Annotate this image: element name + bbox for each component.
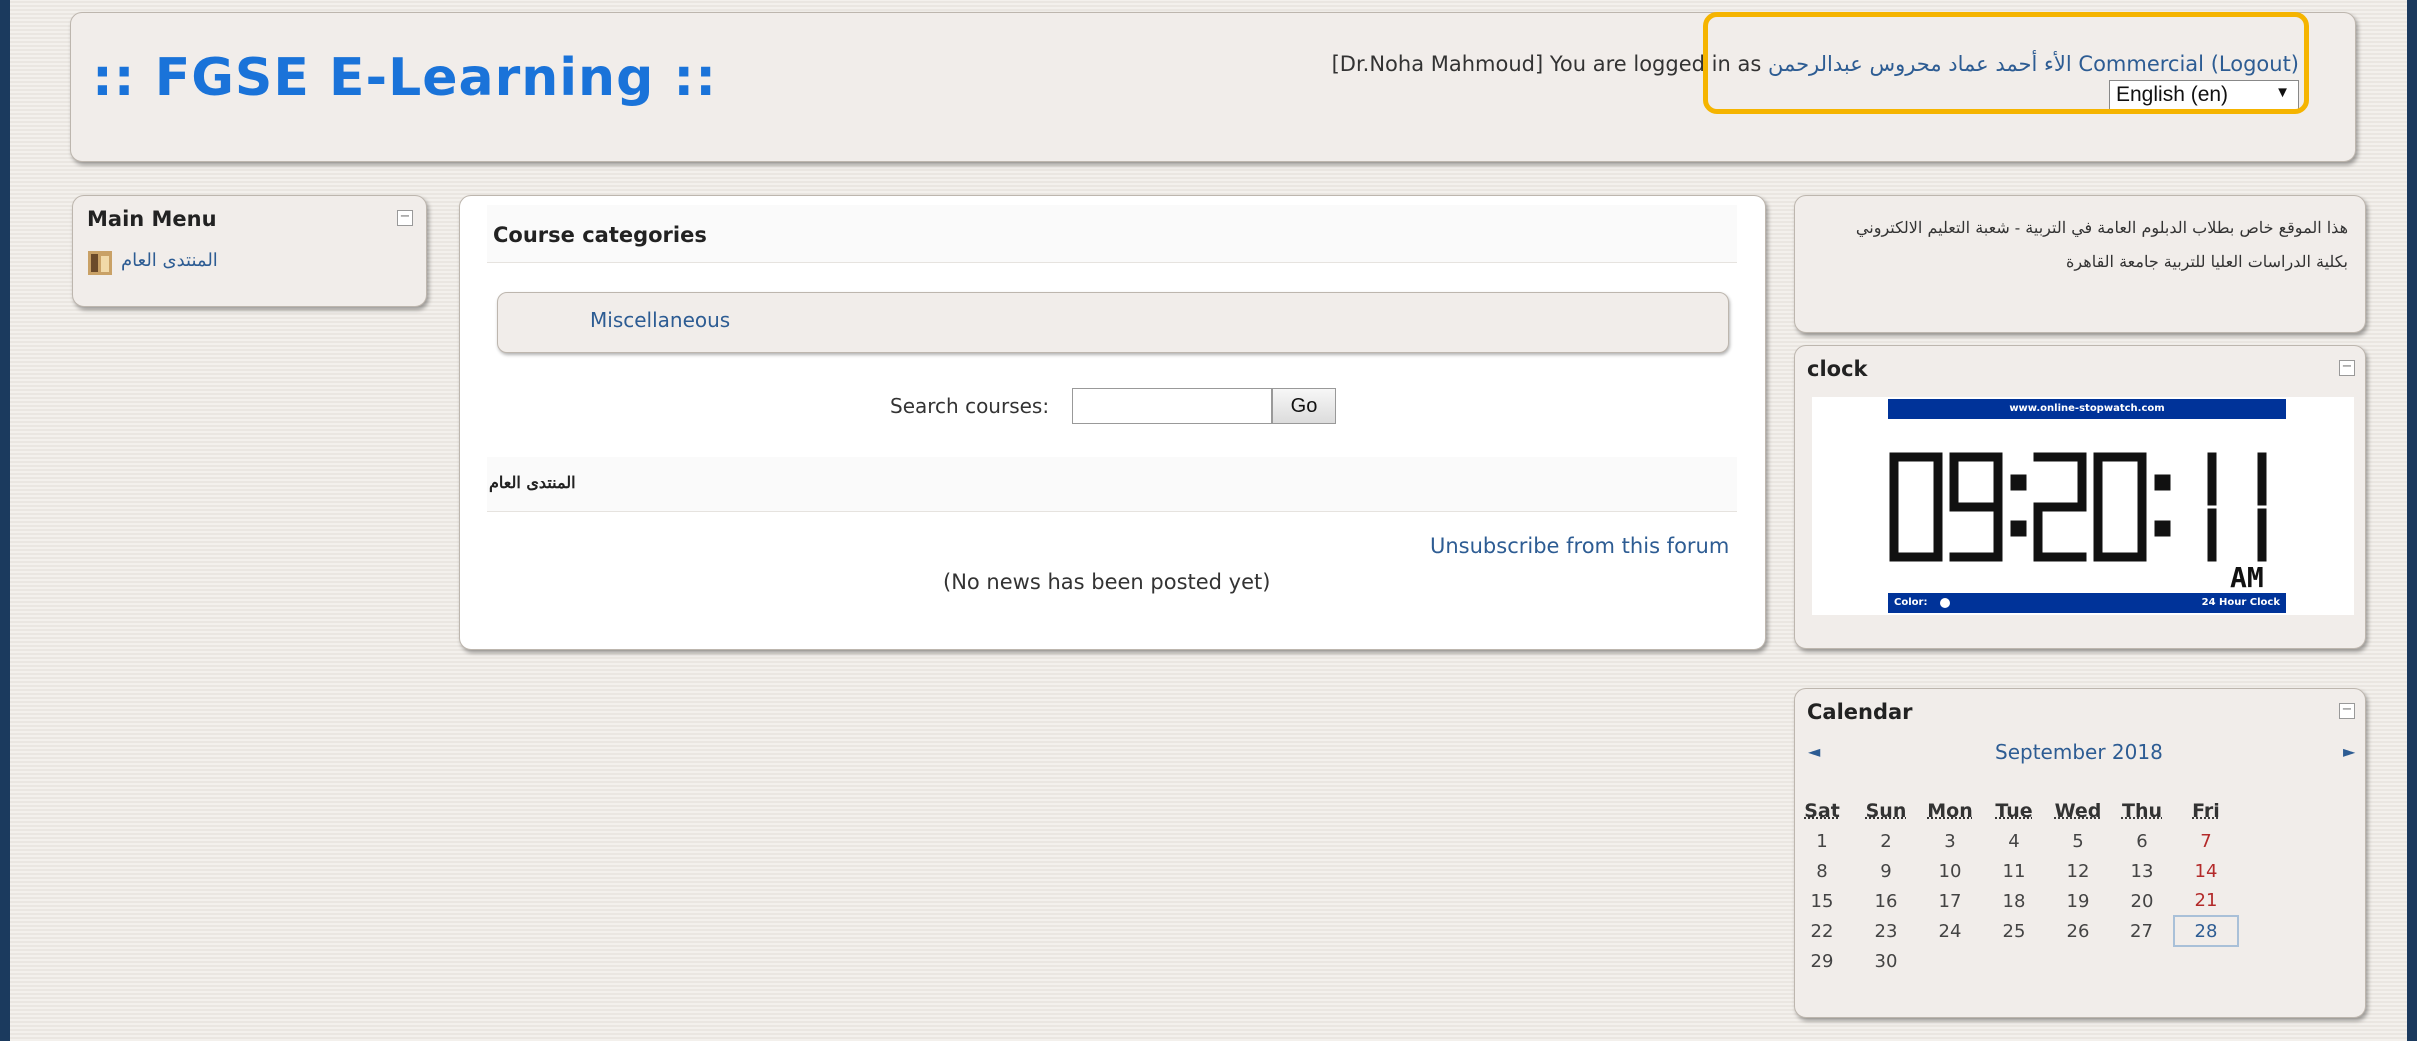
search-courses-input[interactable] — [1072, 388, 1272, 424]
calendar-day[interactable]: 13 — [2110, 856, 2174, 886]
calendar-day[interactable]: 21 — [2174, 886, 2238, 916]
calendar-day[interactable]: 8 — [1790, 856, 1854, 886]
calendar-day[interactable]: 9 — [1854, 856, 1918, 886]
calendar-day[interactable]: 12 — [2046, 856, 2110, 886]
calendar-grid: Sat Sun Mon Tue Wed Thu Fri 1 2 3 4 5 6 … — [1790, 796, 2239, 976]
clock-digits: AM — [1889, 452, 2267, 594]
info-text-line1: هذا الموقع خاص بطلاب الدبلوم العامة في ا… — [1855, 218, 2348, 237]
main-menu-item-label[interactable]: المنتدى العام — [121, 250, 218, 271]
calendar-week-row: 15 16 17 18 19 20 21 — [1790, 886, 2238, 916]
calendar-week-row: 8 9 10 11 12 13 14 — [1790, 856, 2238, 886]
calendar-day-today[interactable]: 28 — [2173, 915, 2239, 947]
collapse-icon[interactable]: − — [2339, 703, 2355, 719]
calendar-day — [2110, 946, 2174, 976]
calendar-prev-icon[interactable]: ◄ — [1808, 742, 1820, 761]
forum-icon — [88, 251, 112, 275]
calendar-day — [2046, 946, 2110, 976]
calendar-month-link[interactable]: September 2018 — [1995, 740, 2163, 764]
calendar-day[interactable]: 20 — [2110, 886, 2174, 916]
weekday-header: Fri — [2192, 800, 2220, 822]
calendar-weekday-row: Sat Sun Mon Tue Wed Thu Fri — [1790, 796, 2238, 826]
calendar-day[interactable]: 6 — [2110, 826, 2174, 856]
calendar-day[interactable]: 25 — [1982, 916, 2046, 946]
site-title[interactable]: :: FGSE E-Learning :: — [92, 48, 717, 108]
calendar-day[interactable]: 24 — [1918, 916, 1982, 946]
calendar-day[interactable]: 30 — [1854, 946, 1918, 976]
calendar-day[interactable]: 22 — [1790, 916, 1854, 946]
calendar-day[interactable]: 7 — [2174, 826, 2238, 856]
weekday-header: Wed — [2054, 800, 2102, 822]
calendar-day[interactable]: 18 — [1982, 886, 2046, 916]
unsubscribe-link[interactable]: Unsubscribe from this forum — [1430, 534, 1729, 558]
clock-ampm: AM — [2230, 561, 2264, 594]
calendar-day[interactable]: 23 — [1854, 916, 1918, 946]
calendar-week-row: 22 23 24 25 26 27 28 — [1790, 915, 2239, 947]
calendar-day[interactable]: 29 — [1790, 946, 1854, 976]
calendar-week-row: 29 30 — [1790, 946, 2238, 976]
calendar-title: Calendar — [1807, 700, 1913, 724]
calendar-day[interactable]: 1 — [1790, 826, 1854, 856]
color-dot-icon[interactable] — [1940, 598, 1950, 608]
clock-title: clock — [1807, 357, 1868, 381]
calendar-day[interactable]: 15 — [1790, 886, 1854, 916]
calendar-week-row: 1 2 3 4 5 6 7 — [1790, 826, 2238, 856]
no-news-text: (No news has been posted yet) — [943, 570, 1271, 594]
calendar-day[interactable]: 5 — [2046, 826, 2110, 856]
calendar-day[interactable]: 19 — [2046, 886, 2110, 916]
calendar-day[interactable]: 2 — [1854, 826, 1918, 856]
forum-header: المنتدى العام — [487, 457, 1737, 512]
weekday-header: Sat — [1804, 800, 1840, 822]
main-menu-title: Main Menu — [87, 207, 217, 231]
search-label: Search courses: — [890, 394, 1050, 418]
calendar-day[interactable]: 10 — [1918, 856, 1982, 886]
go-button[interactable]: Go — [1272, 388, 1336, 424]
collapse-icon[interactable]: − — [397, 210, 413, 226]
calendar-day[interactable]: 3 — [1918, 826, 1982, 856]
info-text-line2: بكلية الدراسات العليا للتربية جامعة القا… — [2066, 252, 2348, 271]
category-link-miscellaneous[interactable]: Miscellaneous — [590, 308, 730, 332]
annotation-highlight — [1703, 12, 2309, 114]
course-categories-title: Course categories — [493, 223, 707, 247]
weekday-header: Tue — [1995, 800, 2033, 822]
calendar-day — [2174, 946, 2238, 976]
course-categories-header: Course categories — [487, 205, 1737, 263]
calendar-day[interactable]: 26 — [2046, 916, 2110, 946]
calendar-day[interactable]: 4 — [1982, 826, 2046, 856]
weekday-header: Sun — [1865, 800, 1907, 822]
weekday-header: Mon — [1927, 800, 1973, 822]
calendar-day[interactable]: 16 — [1854, 886, 1918, 916]
calendar-day[interactable]: 27 — [2110, 916, 2174, 946]
calendar-day[interactable]: 14 — [2174, 856, 2238, 886]
weekday-header: Thu — [2121, 800, 2162, 822]
calendar-day — [1982, 946, 2046, 976]
forum-title: المنتدى العام — [489, 473, 576, 492]
collapse-icon[interactable]: − — [2339, 360, 2355, 376]
calendar-day[interactable]: 17 — [1918, 886, 1982, 916]
calendar-next-icon[interactable]: ► — [2343, 742, 2355, 761]
calendar-day — [1918, 946, 1982, 976]
calendar-day[interactable]: 11 — [1982, 856, 2046, 886]
